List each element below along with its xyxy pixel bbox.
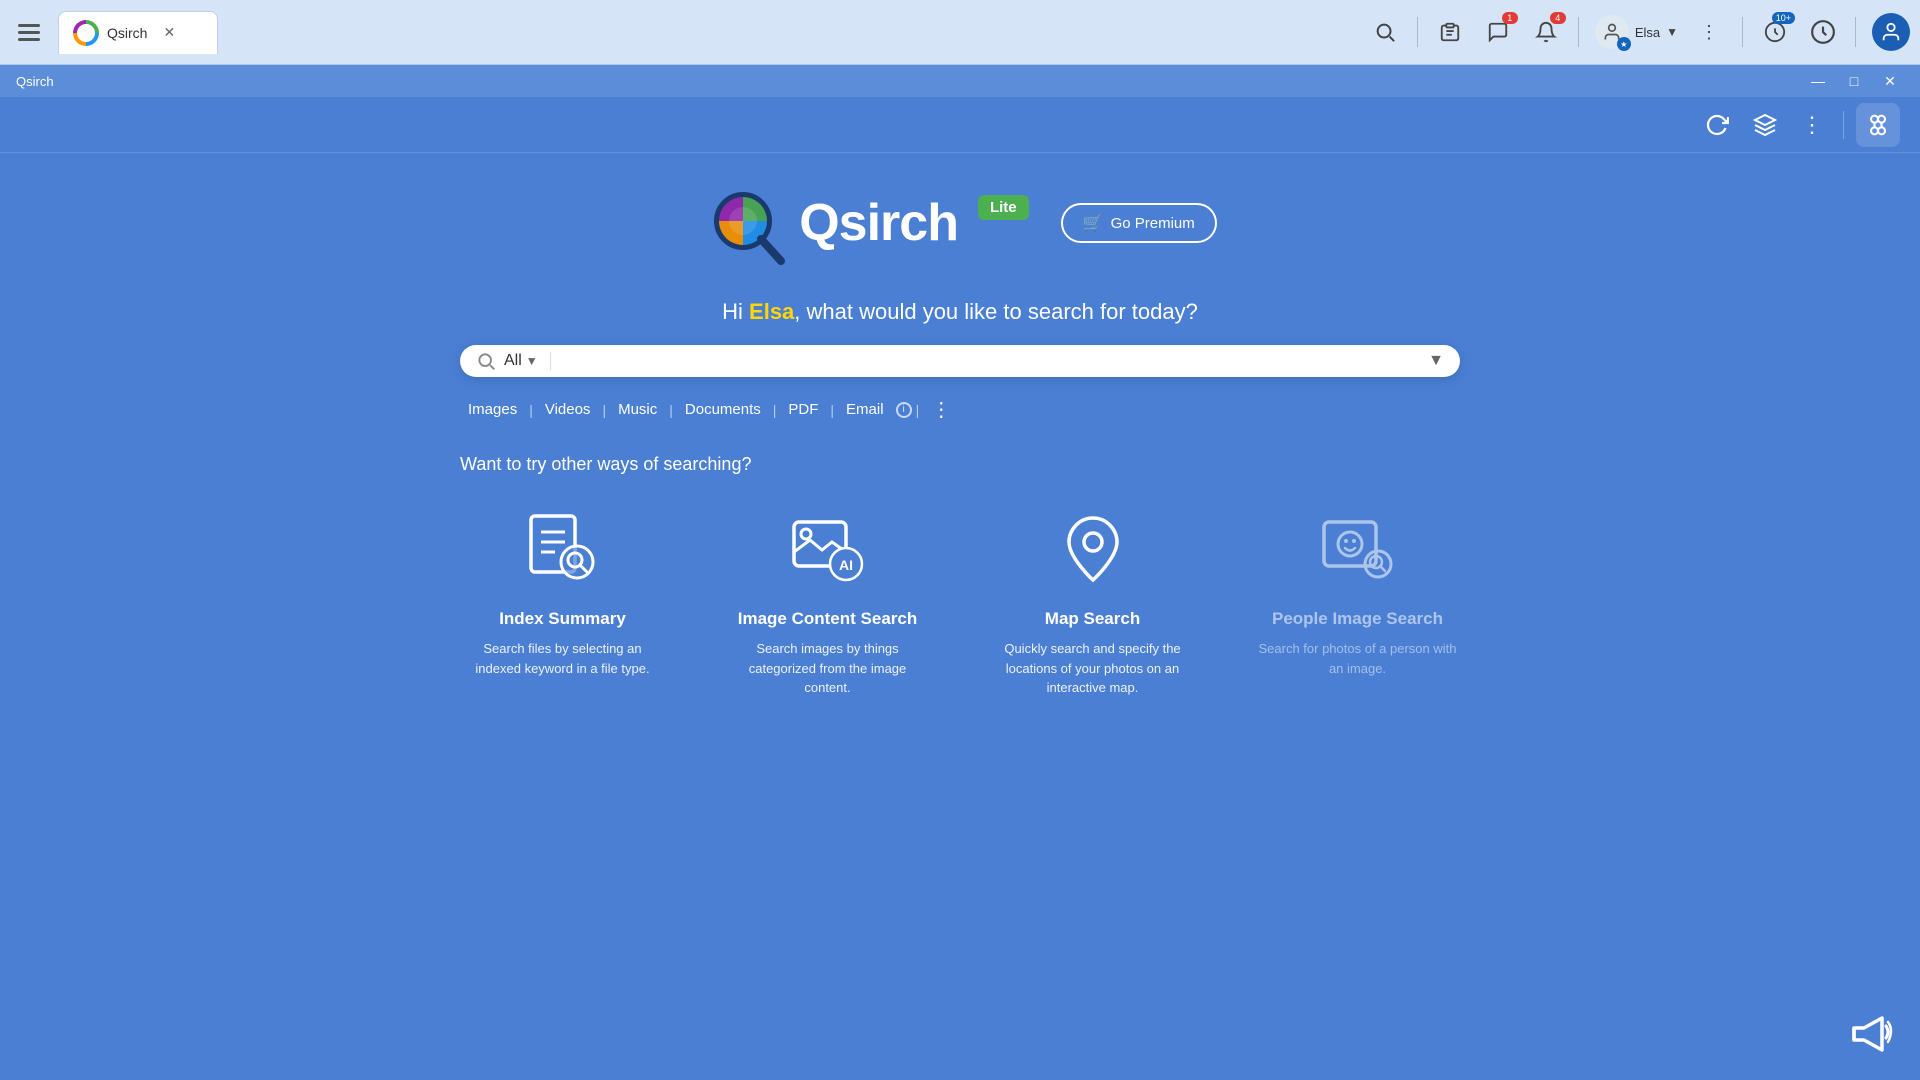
try-cards: Index Summary Search files by selecting …	[460, 503, 1460, 698]
email-info-icon[interactable]: i	[896, 402, 912, 418]
main-content: Qsirch Lite 🛒 Go Premium Hi Elsa, what w…	[0, 153, 1920, 728]
window-controls: — □ ✕	[1804, 70, 1904, 92]
extensions-button[interactable]: 10+	[1759, 16, 1791, 48]
app-name-label: Qsirch	[799, 193, 958, 253]
svg-text:AI: AI	[839, 557, 853, 573]
cart-icon: 🛒	[1083, 213, 1103, 233]
filter-tab-music[interactable]: Music	[610, 397, 665, 422]
people-image-search-icon	[1313, 503, 1403, 593]
try-card-people-image-search[interactable]: People Image Search Search for photos of…	[1255, 503, 1460, 698]
greeting-text: Hi Elsa, what would you like to search f…	[722, 299, 1198, 325]
people-image-search-desc: Search for photos of a person with an im…	[1255, 639, 1460, 678]
user-star-badge: ★	[1617, 37, 1631, 51]
app-toolbar: ⋮	[0, 97, 1920, 153]
try-card-map-search[interactable]: Map Search Quickly search and specify th…	[990, 503, 1195, 698]
greeting-suffix: , what would you like to search for toda…	[794, 299, 1198, 324]
search-filter-dropdown[interactable]: All ▼	[504, 352, 551, 370]
search-options-dropdown-button[interactable]: ▼	[1428, 352, 1444, 370]
filter-tab-pdf[interactable]: PDF	[780, 397, 826, 422]
index-summary-title: Index Summary	[499, 609, 626, 629]
more-filters-button[interactable]: ⋮	[923, 393, 959, 426]
extensions-badge: 10+	[1772, 12, 1795, 24]
map-search-desc: Quickly search and specify the locations…	[990, 639, 1195, 698]
app-toolbar-divider	[1843, 111, 1844, 139]
search-icon	[476, 351, 496, 371]
tab-close-button[interactable]: ✕	[163, 24, 175, 41]
filter-tab-videos[interactable]: Videos	[537, 397, 599, 422]
search-filter-chevron: ▼	[526, 354, 538, 368]
go-premium-button[interactable]: 🛒 Go Premium	[1061, 203, 1217, 243]
user-profile-button[interactable]	[1872, 13, 1910, 51]
more-options-button[interactable]: ⋮	[1694, 16, 1726, 48]
map-search-icon	[1048, 503, 1138, 593]
title-bar-left: Qsirch ✕	[10, 11, 1369, 54]
message-icon-button[interactable]: 1	[1482, 16, 1514, 48]
greeting-prefix: Hi	[722, 299, 749, 324]
divider-1	[1417, 17, 1418, 47]
divider-4	[1855, 17, 1856, 47]
tab-title-label: Qsirch	[107, 25, 147, 41]
search-input[interactable]	[563, 353, 1428, 370]
close-button[interactable]: ✕	[1876, 70, 1904, 92]
clock-icon-button[interactable]	[1807, 16, 1839, 48]
image-content-search-title: Image Content Search	[738, 609, 918, 629]
bell-badge: 4	[1550, 12, 1566, 24]
app-logo	[703, 183, 783, 263]
try-card-image-content-search[interactable]: AI Image Content Search Search images by…	[725, 503, 930, 698]
kebab-menu-button[interactable]: ⋮	[1795, 107, 1831, 143]
user-name-label: Elsa	[1635, 25, 1660, 40]
index-summary-icon	[518, 503, 608, 593]
announcement-button[interactable]	[1844, 1008, 1896, 1060]
try-card-index-summary[interactable]: Index Summary Search files by selecting …	[460, 503, 665, 698]
greeting-username: Elsa	[749, 299, 794, 324]
image-content-search-desc: Search images by things categorized from…	[725, 639, 930, 698]
divider-3	[1742, 17, 1743, 47]
window-title-label: Qsirch	[16, 74, 54, 89]
minimize-button[interactable]: —	[1804, 70, 1832, 92]
divider-2	[1578, 17, 1579, 47]
logo-section: Qsirch Lite 🛒 Go Premium	[703, 183, 1217, 263]
refresh-icon-button[interactable]	[1699, 107, 1735, 143]
try-section: Want to try other ways of searching?	[460, 454, 1460, 698]
filter-tab-email-label: Email	[838, 397, 892, 422]
avatar: ★	[1595, 15, 1629, 49]
people-image-search-title: People Image Search	[1272, 609, 1443, 629]
premium-btn-label: Go Premium	[1111, 215, 1195, 232]
layers-icon-button[interactable]	[1747, 107, 1783, 143]
search-icon-button[interactable]	[1369, 16, 1401, 48]
maximize-button[interactable]: □	[1840, 70, 1868, 92]
notification-bell-button[interactable]: 4	[1530, 16, 1562, 48]
filter-tab-images[interactable]: Images	[460, 397, 525, 422]
filter-tabs: Images | Videos | Music | Documents | PD…	[460, 393, 1460, 426]
user-menu[interactable]: ★ Elsa ▼	[1595, 15, 1678, 49]
map-search-title: Map Search	[1045, 609, 1140, 629]
filter-tab-documents[interactable]: Documents	[677, 397, 769, 422]
image-content-search-icon: AI	[783, 503, 873, 593]
title-bar-right: 1 4 ★ Elsa ▼ ⋮	[1369, 13, 1910, 51]
search-bar: All ▼ ▼	[460, 345, 1460, 377]
group-icon-button[interactable]	[1856, 103, 1900, 147]
search-filter-label: All	[504, 352, 522, 370]
filter-tab-email[interactable]: Email i	[838, 397, 912, 422]
lite-badge: Lite	[978, 195, 1029, 220]
hamburger-menu-button[interactable]	[10, 16, 48, 49]
user-dropdown-chevron[interactable]: ▼	[1666, 25, 1678, 39]
tab-logo-icon	[73, 20, 99, 46]
try-heading: Want to try other ways of searching?	[460, 454, 1460, 475]
window-bar: Qsirch — □ ✕	[0, 65, 1920, 97]
clipboard-icon-button[interactable]	[1434, 16, 1466, 48]
index-summary-desc: Search files by selecting an indexed key…	[460, 639, 665, 678]
message-badge: 1	[1502, 12, 1518, 24]
browser-tab[interactable]: Qsirch ✕	[58, 11, 218, 54]
title-bar: Qsirch ✕ 1	[0, 0, 1920, 65]
